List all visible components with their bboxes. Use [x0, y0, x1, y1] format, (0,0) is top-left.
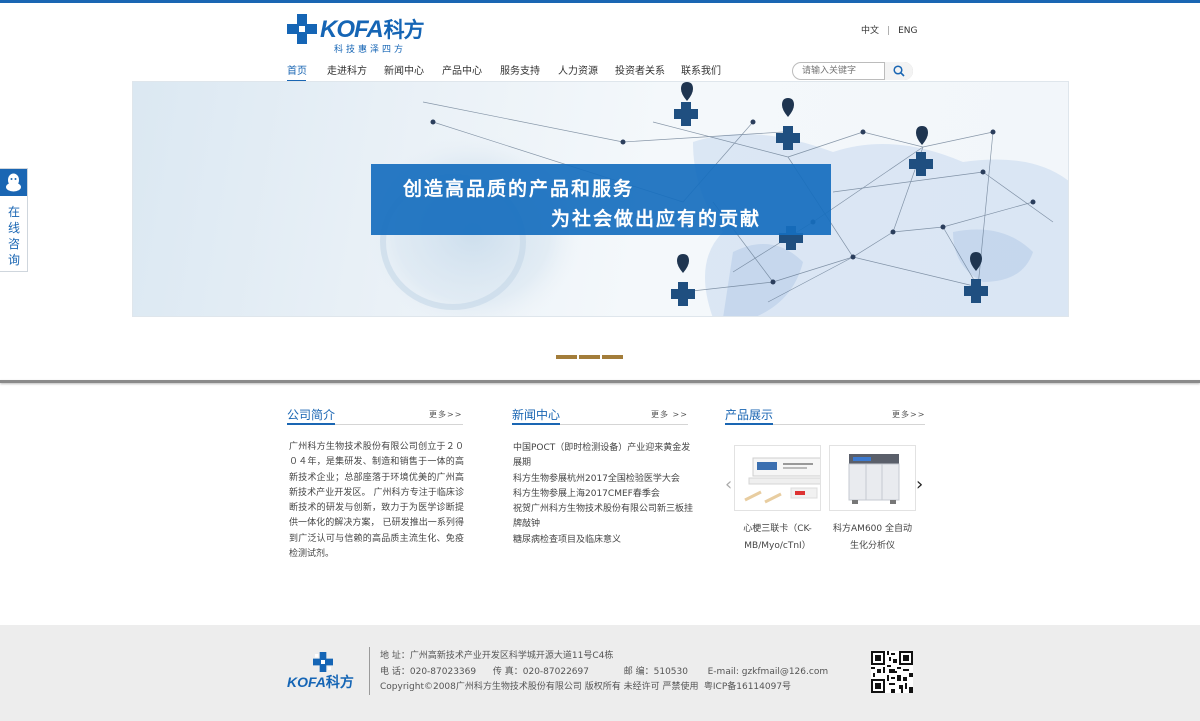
search-icon — [893, 65, 905, 77]
product-name: 科方AM600 全自动生化分析仪 — [833, 524, 912, 551]
search-button[interactable] — [884, 62, 913, 80]
footer-fax: 传 真：020-87022697 — [492, 666, 589, 677]
online-consult-widget[interactable]: 在线咨询 — [0, 168, 28, 272]
nav-item-products[interactable]: 产品中心 — [442, 62, 482, 77]
news-item[interactable]: 糖尿病检查项目及临床意义 — [513, 533, 693, 548]
footer-zip: 邮 编：510530 — [623, 666, 688, 677]
about-title-underline — [287, 423, 463, 425]
carousel-prev-icon[interactable]: ‹ — [725, 474, 732, 495]
search-box — [792, 62, 913, 80]
nav-item-hr[interactable]: 人力资源 — [558, 62, 598, 77]
footer-icp[interactable]: 粤ICP备16114097号 — [704, 680, 791, 696]
news-item[interactable]: 中国POCT（即时检测设备）产业迎来黄金发展期 — [513, 441, 693, 472]
footer: KOFA科方 地 址：广州高新技术产业开发区科学城开源大道11号C4栋 电 话：… — [0, 625, 1200, 721]
products-title-underline — [725, 423, 925, 425]
nav-item-investor[interactable]: 投资者关系 — [615, 62, 665, 77]
news-list: 中国POCT（即时检测设备）产业迎来黄金发展期 科方生物参展杭州2017全国检验… — [513, 441, 693, 548]
about-title: 公司简介 — [287, 408, 336, 422]
banner-line-1: 创造高品质的产品和服务 — [403, 178, 635, 200]
footer-divider — [369, 647, 370, 695]
hero-banner[interactable]: 创造高品质的产品和服务 为社会做出应有的贡献 — [132, 81, 1069, 317]
nav-item-news[interactable]: 新闻中心 — [384, 62, 424, 77]
footer-brand: KOFA科方 — [287, 674, 354, 690]
logo-slogan: 科技惠泽四方 — [334, 45, 407, 55]
online-consult-label: 在线咨询 — [7, 205, 20, 267]
qq-icon-box — [0, 169, 27, 196]
nav-item-service[interactable]: 服务支持 — [500, 62, 540, 77]
news-title: 新闻中心 — [512, 408, 561, 422]
nav-item-about[interactable]: 走进科方 — [327, 62, 367, 77]
section-divider — [0, 380, 1200, 383]
about-more-link[interactable]: 更多>> — [429, 409, 462, 420]
footer-logo-cross-icon — [313, 652, 333, 672]
carousel-next-icon[interactable]: › — [916, 474, 923, 495]
logo-brand: KOFA科方 — [320, 16, 425, 43]
slide-dot-2[interactable] — [579, 355, 600, 359]
footer-address: 地 址：广州高新技术产业开发区科学城开源大道11号C4栋 — [380, 651, 614, 661]
search-input[interactable] — [802, 65, 880, 77]
analyzer-image — [848, 454, 900, 504]
news-item[interactable]: 科方生物参展上海2017CMEF春季会 — [513, 487, 693, 502]
logo-cross-icon — [287, 14, 317, 44]
test-card-image — [744, 457, 822, 504]
banner-line-2: 为社会做出应有的贡献 — [551, 208, 762, 230]
footer-phone: 电 话：020-87023369 — [380, 666, 477, 677]
news-item[interactable]: 科方生物参展杭州2017全国检验医学大会 — [513, 472, 693, 487]
product-image — [734, 445, 822, 511]
news-item[interactable]: 祝贺广州科方生物技术股份有限公司新三板挂牌敲钟 — [513, 502, 693, 533]
slide-dot-1[interactable] — [556, 355, 577, 359]
footer-email[interactable]: E-mail: gzkfmail@126.com — [708, 665, 828, 681]
nav-item-home[interactable]: 首页 — [287, 62, 307, 77]
product-name: 心梗三联卡（CK-MB/Myo/cTnI） — [743, 524, 812, 551]
lang-zh-link[interactable]: 中文 — [861, 26, 879, 36]
footer-info: 地 址：广州高新技术产业开发区科学城开源大道11号C4栋 电 话：020-870… — [380, 649, 828, 696]
site-logo[interactable]: KOFA科方 科技惠泽四方 — [287, 13, 437, 55]
qr-code-image — [871, 651, 913, 693]
qq-icon — [6, 173, 21, 192]
products-title: 产品展示 — [725, 408, 774, 422]
banner-slogan-box: 创造高品质的产品和服务 为社会做出应有的贡献 — [371, 164, 831, 235]
product-image — [829, 445, 916, 511]
lang-separator: | — [887, 26, 891, 36]
nav-item-contact[interactable]: 联系我们 — [681, 62, 721, 77]
lang-en-link[interactable]: ENG — [898, 26, 917, 36]
products-more-link[interactable]: 更多>> — [892, 409, 925, 420]
slide-dot-3[interactable] — [602, 355, 623, 359]
about-text: 广州科方生物技术股份有限公司创立于２０ ０４年，是集研发、制造和销售于一体的高新… — [289, 442, 464, 560]
qr-code — [871, 651, 913, 693]
footer-logo: KOFA科方 — [287, 652, 365, 692]
news-title-underline — [512, 423, 688, 425]
language-switch: 中文 | ENG — [861, 23, 917, 36]
header: KOFA科方 科技惠泽四方 中文 | ENG 首页 走进科方 新闻中心 产品中心 服… — [0, 3, 1200, 82]
product-carousel: ‹ 心梗三联卡（CK-MB/Myo/cTnI） 科方AM600 全自动生化分析仪… — [723, 440, 928, 560]
news-more-link[interactable]: 更多 >> — [651, 409, 688, 420]
footer-copyright: Copyright©2008广州科方生物技术股份有限公司 版权所有 未经许可 严… — [380, 682, 699, 693]
